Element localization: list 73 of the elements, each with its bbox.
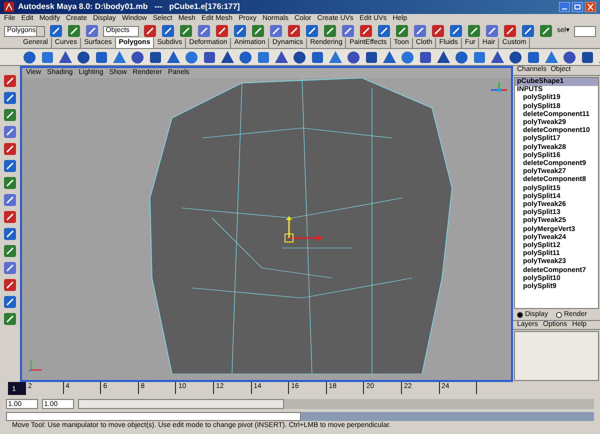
tool-icon[interactable] bbox=[268, 24, 283, 38]
tool-icon[interactable] bbox=[376, 24, 391, 38]
shelf-tool-icon[interactable] bbox=[292, 50, 307, 64]
tool-icon[interactable] bbox=[3, 159, 17, 173]
tool-icon[interactable] bbox=[394, 24, 409, 38]
tool-icon[interactable] bbox=[3, 227, 17, 241]
tool-icon[interactable] bbox=[3, 244, 17, 258]
shelf-tool-icon[interactable] bbox=[130, 50, 145, 64]
tool-icon[interactable] bbox=[3, 91, 17, 105]
shelf-tool-icon[interactable] bbox=[148, 50, 163, 64]
tool-icon[interactable] bbox=[250, 24, 265, 38]
shelf-tool-icon[interactable] bbox=[22, 50, 37, 64]
tool-icon[interactable] bbox=[484, 24, 499, 38]
tool-icon[interactable] bbox=[304, 24, 319, 38]
tool-icon[interactable] bbox=[340, 24, 355, 38]
shelf-tool-icon[interactable] bbox=[40, 50, 55, 64]
shelf-tool-icon[interactable] bbox=[310, 50, 325, 64]
tool-icon[interactable] bbox=[3, 108, 17, 122]
shelf-tool-icon[interactable] bbox=[472, 50, 487, 64]
shelf-tool-icon[interactable] bbox=[76, 50, 91, 64]
shelf-tool-icon[interactable] bbox=[364, 50, 379, 64]
shelf-tool-icon[interactable] bbox=[202, 50, 217, 64]
tool-icon[interactable] bbox=[3, 125, 17, 139]
tool-icon[interactable] bbox=[286, 24, 301, 38]
shelf-tool-icon[interactable] bbox=[184, 50, 199, 64]
tool-icon[interactable] bbox=[466, 24, 481, 38]
shelf-tool-icon[interactable] bbox=[256, 50, 271, 64]
shelf-tool-icon[interactable] bbox=[544, 50, 559, 64]
tool-icon[interactable] bbox=[322, 24, 337, 38]
tool-icon[interactable] bbox=[232, 24, 247, 38]
tool-icon[interactable] bbox=[3, 74, 17, 88]
shelf-tool-icon[interactable] bbox=[526, 50, 541, 64]
tool-icon[interactable] bbox=[214, 24, 229, 38]
minimize-icon[interactable] bbox=[559, 2, 570, 12]
shelf-tool-icon[interactable] bbox=[94, 50, 109, 64]
tool-icon[interactable] bbox=[3, 295, 17, 309]
tool-icon[interactable] bbox=[48, 24, 63, 38]
shelf-tool-icon[interactable] bbox=[454, 50, 469, 64]
tool-icon[interactable] bbox=[3, 210, 17, 224]
view-axis-icon bbox=[491, 82, 507, 92]
app-icon bbox=[4, 2, 14, 12]
tool-icon[interactable] bbox=[3, 142, 17, 156]
tool-icon[interactable] bbox=[84, 24, 99, 38]
axis-indicator-icon bbox=[28, 358, 44, 372]
tool-icon[interactable] bbox=[502, 24, 517, 38]
tool-icon[interactable] bbox=[66, 24, 81, 38]
selection-input[interactable] bbox=[574, 26, 596, 36]
tool-icon[interactable] bbox=[358, 24, 373, 38]
tool-icon[interactable] bbox=[196, 24, 211, 38]
tool-icon[interactable] bbox=[430, 24, 445, 38]
tool-icon[interactable] bbox=[142, 24, 157, 38]
tool-icon[interactable] bbox=[3, 176, 17, 190]
tool-icon[interactable] bbox=[412, 24, 427, 38]
tool-icon[interactable] bbox=[520, 24, 535, 38]
shelf-tool-icon[interactable] bbox=[346, 50, 361, 64]
shelf-tool-icon[interactable] bbox=[580, 50, 595, 64]
tool-icon[interactable] bbox=[160, 24, 175, 38]
shelf-tool-icon[interactable] bbox=[238, 50, 253, 64]
shelf-tool-icon[interactable] bbox=[508, 50, 523, 64]
tool-icon[interactable] bbox=[3, 312, 17, 326]
window-title: Autodesk Maya 8.0: D:\body01.mb --- pCube1.e[176:177] bbox=[18, 1, 240, 13]
tool-icon[interactable] bbox=[3, 261, 17, 275]
maximize-icon[interactable] bbox=[572, 2, 583, 12]
shelf-tool-icon[interactable] bbox=[562, 50, 577, 64]
tool-icon[interactable] bbox=[538, 24, 553, 38]
shelf-tool-icon[interactable] bbox=[400, 50, 415, 64]
shelf-tool-icon[interactable] bbox=[418, 50, 433, 64]
tool-icon[interactable] bbox=[3, 193, 17, 207]
close-icon[interactable] bbox=[585, 2, 596, 12]
range-slider-bar[interactable] bbox=[78, 399, 284, 409]
tool-icon[interactable] bbox=[3, 278, 17, 292]
tool-icon[interactable] bbox=[178, 24, 193, 38]
tool-icon[interactable] bbox=[448, 24, 463, 38]
